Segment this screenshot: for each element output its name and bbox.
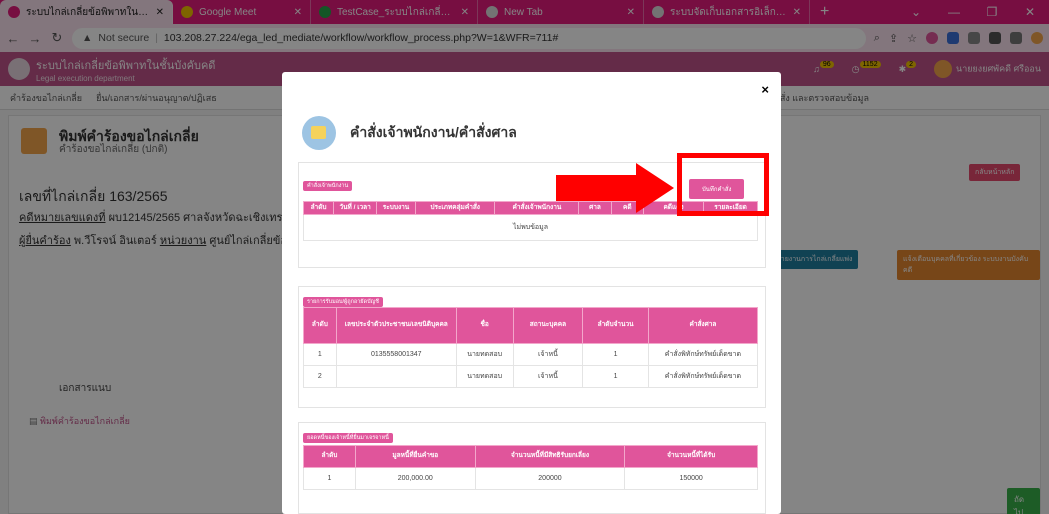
modal-header: คำสั่งเจ้าพนักงาน/คำสั่งศาล: [302, 116, 517, 150]
cell: 1: [303, 467, 356, 490]
table-row: 1 0135558001347 นายทดสอบ เจ้าหนี้ 1 คำสั…: [303, 343, 759, 366]
annotation-arrow-icon: [556, 163, 674, 213]
cell: 0135558001347: [335, 343, 457, 366]
col-header: คำสั่งศาล: [647, 307, 759, 344]
cell: คำสั่งพิทักษ์ทรัพย์เด็ดขาด: [647, 343, 759, 366]
assignee-panel: รายการรับมอบ/ผู้ถูกอายัดบัญชี ลำดับ เลขป…: [298, 286, 766, 408]
cell: เจ้าหนี้: [512, 343, 584, 366]
annotation-highlight-box: [677, 153, 769, 216]
col-header: จำนวนหนี้ที่ได้รับ: [624, 445, 758, 468]
cell: 2: [303, 365, 337, 388]
cell: 200000: [474, 467, 626, 490]
cell: 150000: [624, 467, 758, 490]
debt-table: ลำดับ มูลหนี้ที่ยื่นคำขอ จำนวนหนี้ที่มีส…: [303, 445, 758, 490]
col-header: วันที่ / เวลา: [333, 200, 378, 216]
court-order-modal: × คำสั่งเจ้าพนักงาน/คำสั่งศาล คำสั่งเจ้า…: [282, 72, 781, 514]
assignee-table: ลำดับ เลขประจำตัวประชาชน/เลขนิติบุคคล ชื…: [303, 307, 759, 388]
col-header: จำนวนหนี้ที่มีสิทธิรับยกเลี่ยง: [474, 445, 626, 468]
col-header: มูลหนี้ที่ยื่นคำขอ: [354, 445, 476, 468]
col-header: ประเภทคลุ่มคำสั่ง: [414, 200, 496, 216]
col-header: สถานะบุคคล: [512, 307, 584, 344]
cell: 1: [582, 365, 649, 388]
section-tag: คำสั่งเจ้าพนักงาน: [303, 181, 353, 191]
cell: เจ้าหนี้: [512, 365, 584, 388]
table-row: 1 200,000.00 200000 150000: [303, 467, 758, 490]
cell: นายทดสอบ: [455, 343, 514, 366]
table-row: 2 นายทดสอบ เจ้าหนี้ 1 คำสั่งพิทักษ์ทรัพย…: [303, 365, 759, 388]
debt-panel: ยอดหนี้ของเจ้าหนี้ที่ยื่นมาเจรจาหนี้ ลำด…: [298, 422, 766, 514]
folder-icon: [302, 116, 336, 150]
col-header: ลำดับ: [303, 445, 356, 468]
modal-title: คำสั่งเจ้าพนักงาน/คำสั่งศาล: [350, 124, 517, 140]
col-header: ลำดับจำนวน: [582, 307, 649, 344]
cell: 1: [303, 343, 337, 366]
col-header: ลำดับ: [303, 307, 337, 344]
col-header: ระบบงาน: [376, 200, 416, 216]
empty-cell: ไม่พบข้อมูล: [303, 214, 758, 242]
section-tag: ยอดหนี้ของเจ้าหนี้ที่ยื่นมาเจรจาหนี้: [303, 433, 393, 443]
close-icon[interactable]: ×: [761, 82, 769, 97]
col-header: ชื่อ: [455, 307, 514, 344]
col-header: เลขประจำตัวประชาชน/เลขนิติบุคคล: [335, 307, 457, 344]
section-tag: รายการรับมอบ/ผู้ถูกอายัดบัญชี: [303, 297, 384, 307]
col-header: ลำดับ: [302, 200, 335, 216]
cell: [335, 365, 457, 388]
cell: 200,000.00: [354, 467, 476, 490]
cell: 1: [582, 343, 649, 366]
table-row: ไม่พบข้อมูล: [303, 214, 758, 242]
cell: นายทดสอบ: [455, 365, 514, 388]
cell: คำสั่งพิทักษ์ทรัพย์เด็ดขาด: [647, 365, 759, 388]
